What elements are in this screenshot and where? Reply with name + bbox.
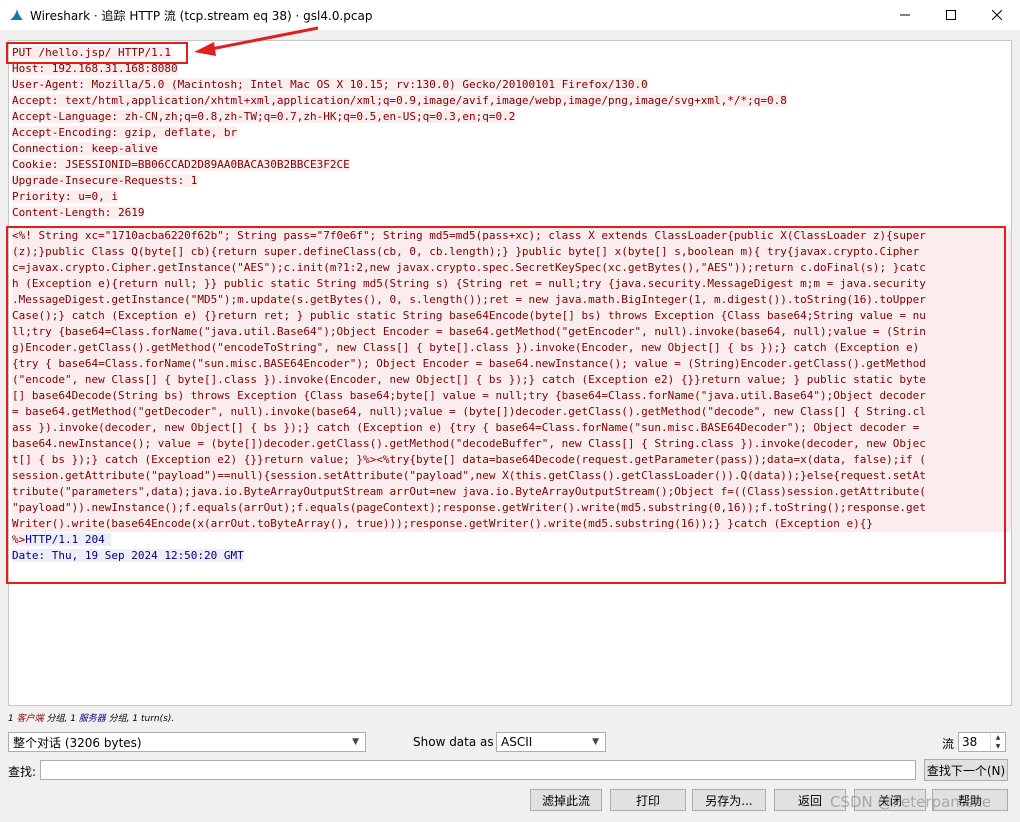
- watermark: CSDN @Peterpan.exe: [830, 793, 992, 811]
- request-header-line: Content-Length: 2619: [12, 206, 145, 219]
- conversation-select[interactable]: 整个对话 (3206 bytes) ▼: [8, 732, 366, 752]
- maximize-icon: [946, 10, 956, 20]
- stream-number-spinbox[interactable]: 38 ▲ ▼: [958, 732, 1006, 752]
- minimize-icon: [900, 14, 910, 16]
- close-window-button[interactable]: [974, 0, 1020, 30]
- request-header-line: Accept: text/html,application/xhtml+xml,…: [12, 94, 787, 107]
- minimize-button[interactable]: [882, 0, 928, 30]
- payload-highlight: [6, 226, 1006, 584]
- show-data-label: Show data as: [413, 735, 494, 749]
- request-header-line: Accept-Encoding: gzip, deflate, br: [12, 126, 238, 139]
- annotation-arrow: [194, 26, 319, 56]
- request-header-line: Upgrade-Insecure-Requests: 1: [12, 174, 198, 187]
- chevron-down-icon: ▼: [352, 737, 359, 747]
- stream-summary: 1 客户端 分组, 1 服务器 分组, 1 turn(s).: [8, 714, 175, 724]
- show-data-select[interactable]: ASCII ▼: [496, 732, 606, 752]
- close-icon: [992, 10, 1002, 20]
- spin-arrows-icon[interactable]: ▲ ▼: [990, 733, 1005, 751]
- find-input[interactable]: [40, 760, 916, 780]
- print-button[interactable]: 打印: [610, 789, 686, 811]
- maximize-button[interactable]: [928, 0, 974, 30]
- request-header-line: Connection: keep-alive: [12, 142, 158, 155]
- filter-out-button[interactable]: 滤掉此流: [530, 789, 602, 811]
- stream-label: 流: [942, 737, 955, 751]
- request-header-line: Priority: u=0, i: [12, 190, 118, 203]
- request-header-line: Cookie: JSESSIONID=BB06CCAD2D89AA0BACA30…: [12, 158, 350, 171]
- chevron-down-icon: ▼: [592, 737, 599, 747]
- request-header-line: User-Agent: Mozilla/5.0 (Macintosh; Inte…: [12, 78, 648, 91]
- find-next-button[interactable]: 查找下一个(N): [924, 759, 1008, 781]
- find-label: 查找:: [8, 765, 37, 779]
- save-as-button[interactable]: 另存为...: [692, 789, 766, 811]
- request-header-line: Accept-Language: zh-CN,zh;q=0.8,zh-TW;q=…: [12, 110, 516, 123]
